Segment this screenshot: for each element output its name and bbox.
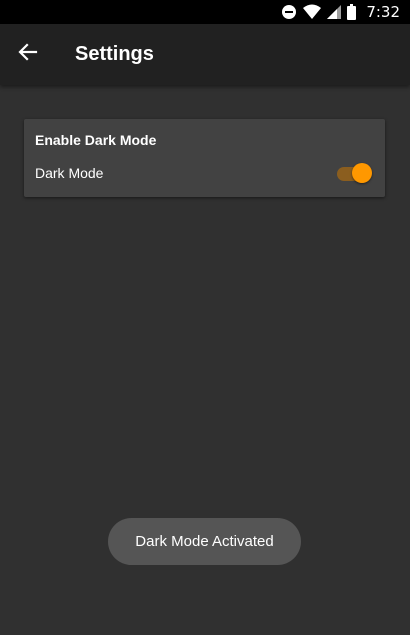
back-button[interactable] bbox=[12, 38, 44, 70]
dark-mode-setting-row[interactable]: Dark Mode bbox=[24, 159, 385, 189]
do-not-disturb-icon bbox=[281, 4, 297, 20]
status-icons: 7:32 bbox=[281, 0, 400, 24]
battery-icon bbox=[347, 4, 357, 20]
app-bar: Settings bbox=[0, 24, 410, 85]
card-title: Enable Dark Mode bbox=[35, 132, 157, 148]
toast-message: Dark Mode Activated bbox=[108, 518, 301, 565]
status-bar: 7:32 bbox=[0, 0, 410, 24]
dark-mode-card: Enable Dark Mode Dark Mode bbox=[24, 119, 385, 197]
wifi-icon bbox=[303, 4, 322, 20]
setting-label: Dark Mode bbox=[35, 165, 104, 181]
signal-icon bbox=[327, 4, 342, 20]
dark-mode-switch[interactable] bbox=[335, 161, 375, 185]
page-title: Settings bbox=[75, 43, 154, 65]
switch-thumb bbox=[352, 163, 372, 183]
status-time: 7:32 bbox=[366, 3, 400, 21]
arrow-back-icon bbox=[18, 42, 38, 67]
